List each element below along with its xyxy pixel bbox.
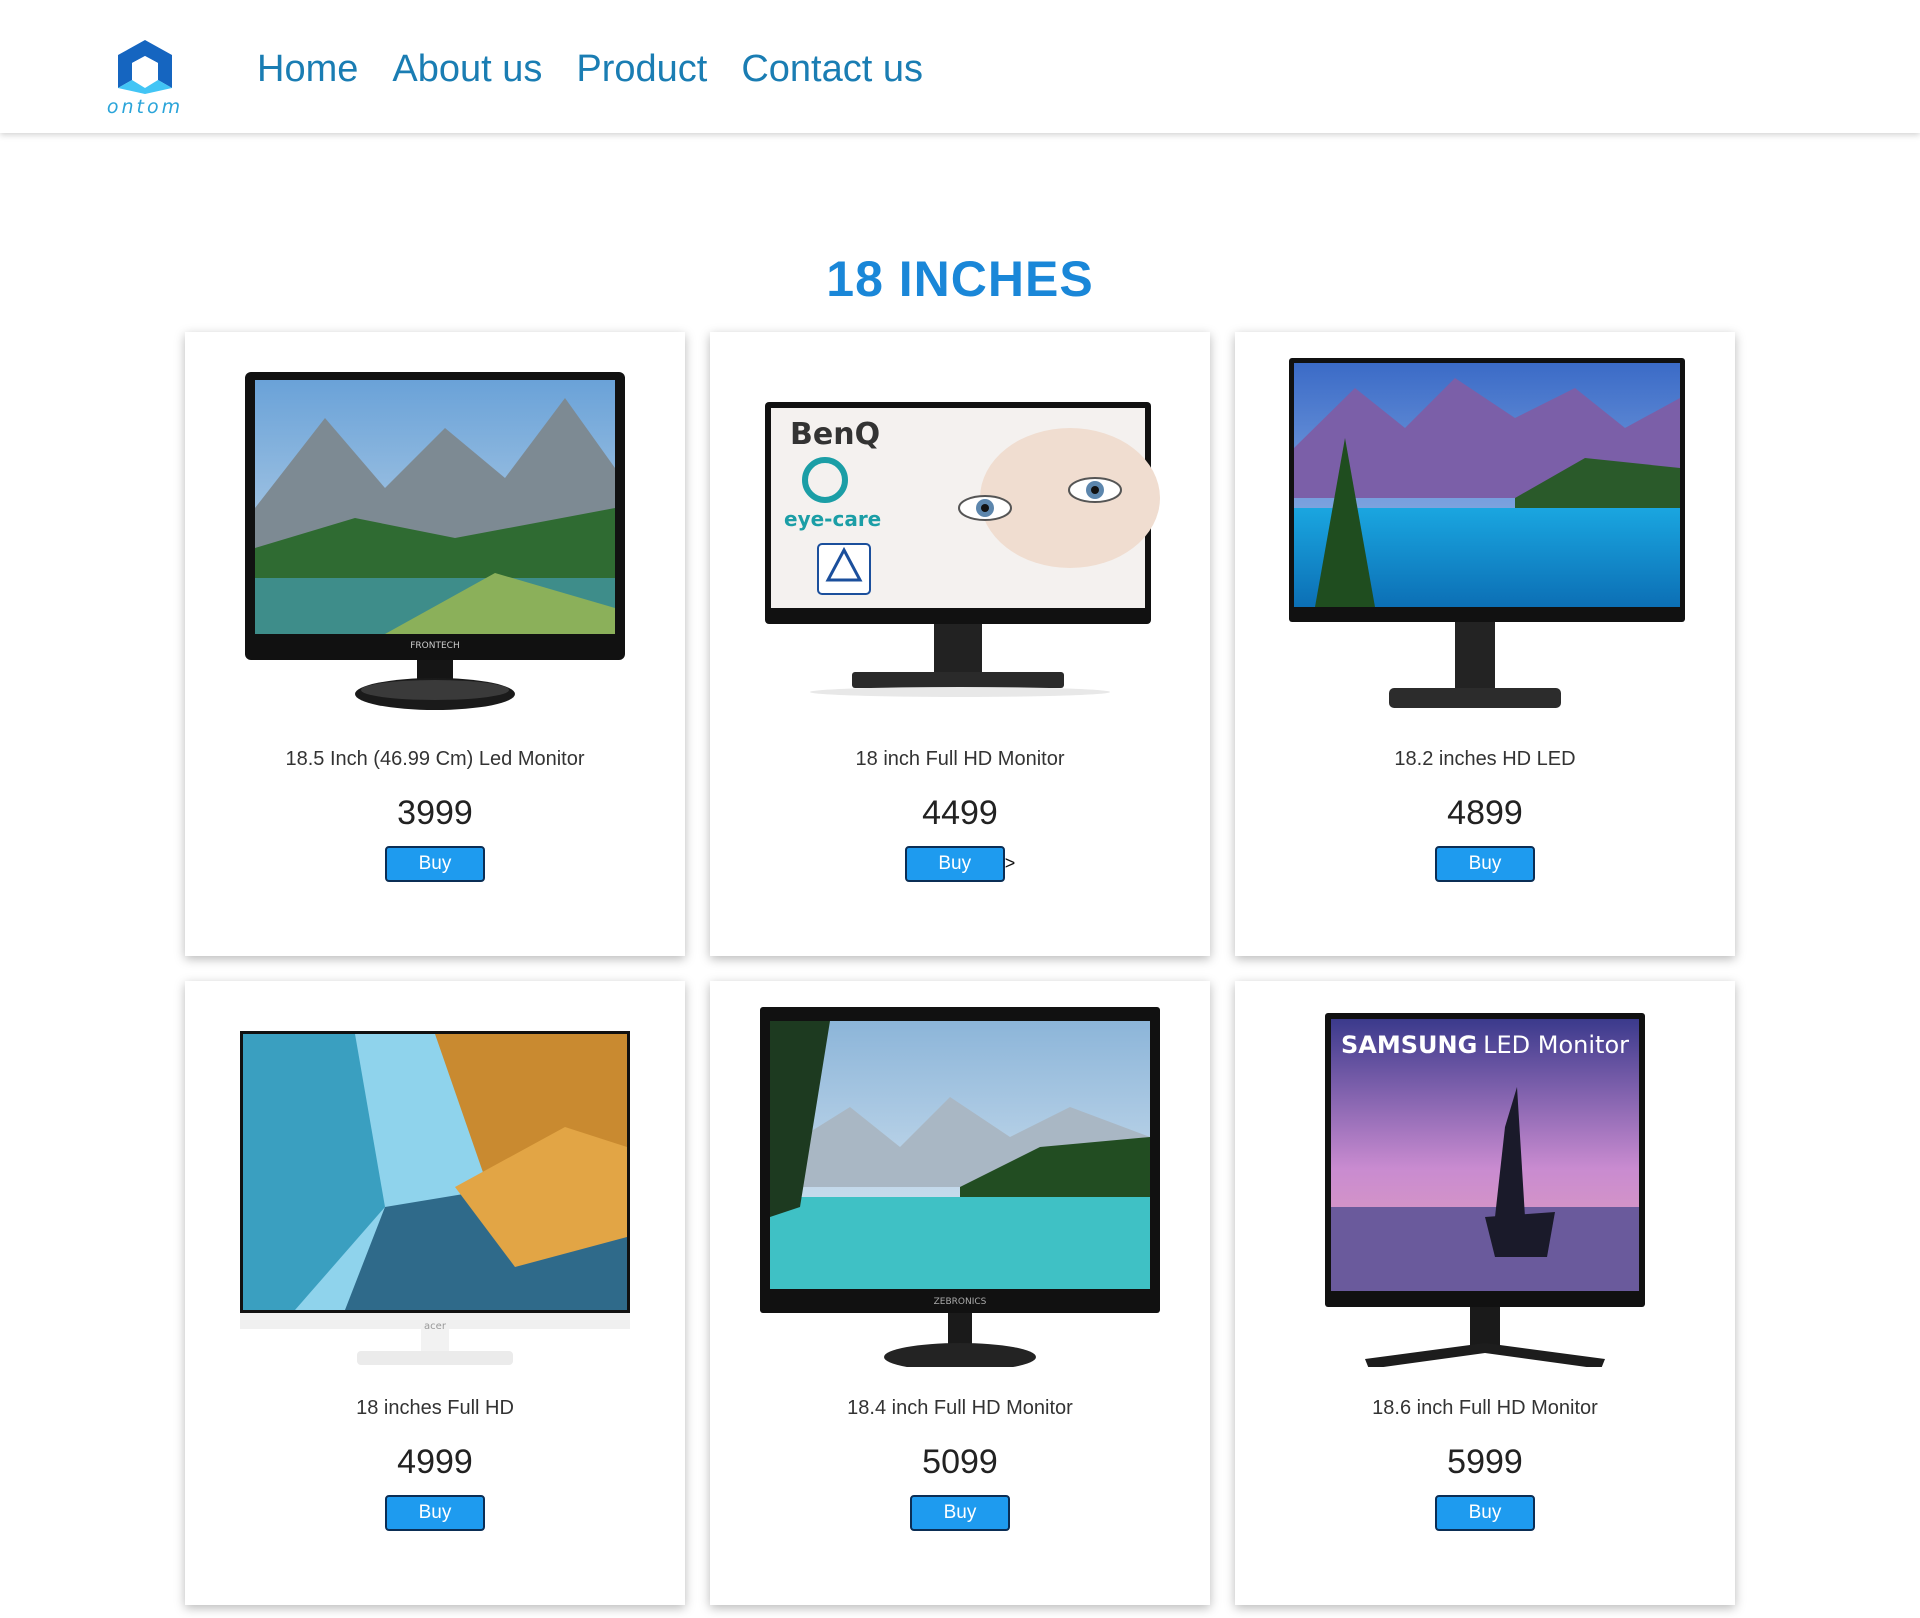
monitor-badge-label: eye-care bbox=[784, 507, 881, 531]
monitor-image: FRONTECH bbox=[245, 372, 625, 710]
nav-about-us[interactable]: About us bbox=[392, 46, 542, 92]
product-name: 18.5 Inch (46.99 Cm) Led Monitor bbox=[285, 748, 585, 770]
section-title: 18 INCHES bbox=[826, 251, 1094, 307]
site-header: ontom Home About us Product Contact us bbox=[0, 0, 1920, 133]
nav-product[interactable]: Product bbox=[576, 46, 707, 92]
buy-button[interactable]: Buy bbox=[910, 1495, 1010, 1531]
product-name: 18.2 inches HD LED bbox=[1394, 748, 1576, 770]
product-name: 18.4 inch Full HD Monitor bbox=[847, 1397, 1073, 1419]
product-card: BenQ eye-care 18 inch Full HD Monitor 44… bbox=[710, 332, 1210, 956]
buy-row: Buy bbox=[1235, 1495, 1735, 1531]
product-price: 4899 bbox=[1447, 794, 1523, 832]
product-card: FRONTECH 18.5 Inch (46.99 Cm) Led Monito… bbox=[185, 332, 685, 956]
buy-button[interactable]: Buy bbox=[904, 846, 1005, 882]
product-image[interactable] bbox=[1285, 358, 1685, 718]
buy-button[interactable]: Buy bbox=[385, 846, 485, 882]
product-grid: FRONTECH 18.5 Inch (46.99 Cm) Led Monito… bbox=[185, 332, 1735, 1605]
product-price: 4499 bbox=[922, 794, 998, 832]
monitor-image: acer bbox=[240, 1031, 630, 1365]
buy-row: Buy bbox=[185, 846, 685, 882]
product-price: 5099 bbox=[922, 1443, 998, 1481]
monitor-brand-label: FRONTECH bbox=[410, 641, 459, 651]
nav-home[interactable]: Home bbox=[257, 46, 358, 92]
buy-row: Buy > bbox=[710, 846, 1210, 882]
logo-text: ontom bbox=[106, 96, 184, 118]
buy-button[interactable]: Buy bbox=[1435, 1495, 1535, 1531]
product-image[interactable]: ZEBRONICS bbox=[760, 1007, 1160, 1367]
product-name: 18 inches Full HD bbox=[356, 1397, 514, 1419]
product-card: SAMSUNG LED Monitor 18.6 inch Full HD Mo… bbox=[1235, 981, 1735, 1605]
product-price: 5999 bbox=[1447, 1443, 1523, 1481]
monitor-image: SAMSUNG LED Monitor bbox=[1325, 1013, 1645, 1367]
product-price: 4999 bbox=[397, 1443, 473, 1481]
main-nav: Home About us Product Contact us bbox=[257, 46, 957, 92]
buy-row: Buy bbox=[185, 1495, 685, 1531]
product-image[interactable]: acer bbox=[235, 1007, 635, 1367]
buy-row: Buy bbox=[710, 1495, 1210, 1531]
product-image[interactable]: FRONTECH bbox=[235, 358, 635, 718]
monitor-image bbox=[1289, 358, 1685, 708]
buy-button[interactable]: Buy bbox=[385, 1495, 485, 1531]
nav-contact-us[interactable]: Contact us bbox=[741, 46, 923, 92]
product-image[interactable]: BenQ eye-care bbox=[760, 358, 1160, 718]
buy-row: Buy bbox=[1235, 846, 1735, 882]
monitor-brand-label: BenQ bbox=[790, 417, 880, 452]
product-card: ZEBRONICS 18.4 inch Full HD Monitor 5099… bbox=[710, 981, 1210, 1605]
monitor-brand-label: ZEBRONICS bbox=[934, 1297, 987, 1307]
product-name: 18.6 inch Full HD Monitor bbox=[1372, 1397, 1598, 1419]
product-card: acer 18 inches Full HD 4999 Buy bbox=[185, 981, 685, 1605]
product-price: 3999 bbox=[397, 794, 473, 832]
product-name: 18 inch Full HD Monitor bbox=[855, 748, 1065, 770]
buy-button[interactable]: Buy bbox=[1435, 846, 1535, 882]
monitor-brand-label: SAMSUNG bbox=[1341, 1031, 1477, 1059]
product-image[interactable]: SAMSUNG LED Monitor bbox=[1285, 1007, 1685, 1367]
logo-mark-icon bbox=[118, 40, 172, 94]
stray-text: > bbox=[1004, 853, 1016, 873]
monitor-image: BenQ eye-care bbox=[765, 402, 1160, 697]
brand-logo[interactable]: ontom bbox=[98, 36, 192, 118]
monitor-badge-label: LED Monitor bbox=[1483, 1031, 1629, 1059]
monitor-image: ZEBRONICS bbox=[760, 1007, 1160, 1367]
product-card: 18.2 inches HD LED 4899 Buy bbox=[1235, 332, 1735, 956]
